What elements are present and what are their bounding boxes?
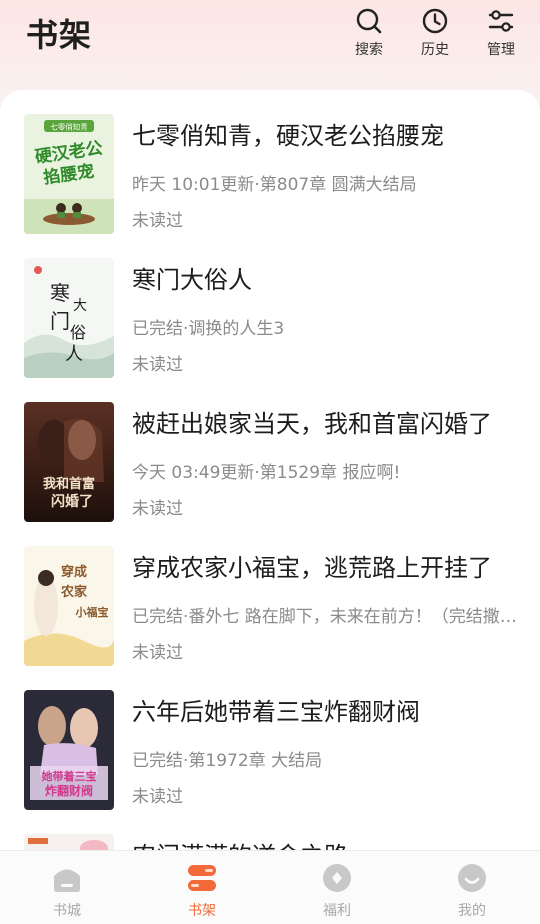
- svg-text:寒: 寒: [50, 281, 70, 305]
- tab-bookshelf[interactable]: 书架: [162, 861, 242, 921]
- search-label: 搜索: [355, 42, 383, 58]
- book-cover: 穿成 农家 小福宝: [24, 546, 114, 666]
- book-item[interactable]: 穿成 农家 小福宝 穿成农家小福宝，逃荒路上开挂了 已完结·番外七 路在脚下，未…: [0, 522, 540, 666]
- book-update-info: 已完结·番外七 路在脚下，未来在前方！（完结撒花）: [132, 607, 517, 627]
- svg-text:大: 大: [73, 298, 87, 314]
- book-item[interactable]: 七零俏知青 硬汉老公 掐腰宠 七零俏知青，硬汉老公掐腰宠 昨天 10:01更新·…: [0, 90, 540, 234]
- book-title: 寒门大俗人: [132, 266, 252, 294]
- svg-text:七零俏知青: 七零俏知青: [50, 122, 88, 132]
- svg-text:农家: 农家: [60, 584, 88, 600]
- book-read-status: 未读过: [132, 787, 183, 807]
- book-cover: 我和首富 闪婚了: [24, 402, 114, 522]
- book-item[interactable]: 我和首富 闪婚了 被赶出娘家当天，我和首富闪婚了 今天 03:49更新·第152…: [0, 378, 540, 522]
- book-title: 被赶出娘家当天，我和首富闪婚了: [132, 410, 492, 438]
- search-icon: [356, 8, 382, 34]
- bookshelf-list: 七零俏知青 硬汉老公 掐腰宠 七零俏知青，硬汉老公掐腰宠 昨天 10:01更新·…: [0, 90, 540, 850]
- tab-welfare[interactable]: 福利: [297, 861, 377, 921]
- tab-profile-label: 我的: [458, 903, 486, 919]
- book-title: 穿成农家小福宝，逃荒路上开挂了: [132, 554, 492, 582]
- book-update-info: 已完结·第1972章 大结局: [132, 751, 323, 771]
- svg-text:穿成: 穿成: [61, 564, 87, 580]
- bottom-tab-bar: 书城 书架 福利 我的: [0, 850, 540, 924]
- svg-text:她带着三宝: 她带着三宝: [42, 769, 97, 783]
- tab-bookstore-label: 书城: [53, 903, 81, 919]
- svg-text:人: 人: [65, 344, 83, 365]
- book-read-status: 未读过: [132, 643, 183, 663]
- book-update-info: 昨天 10:01更新·第807章 圆满大结局: [132, 175, 417, 195]
- manage-label: 管理: [487, 42, 515, 58]
- book-item[interactable]: 她带着三宝 炸翻财阀 六年后她带着三宝炸翻财阀 已完结·第1972章 大结局 未…: [0, 666, 540, 810]
- book-read-status: 未读过: [132, 499, 183, 519]
- search-button[interactable]: 搜索: [344, 6, 394, 62]
- tab-profile[interactable]: 我的: [432, 861, 512, 921]
- book-cover: 七零俏知青 硬汉老公 掐腰宠: [24, 114, 114, 234]
- book-update-info: 已完结·调换的人生3: [132, 319, 285, 339]
- tab-bookstore[interactable]: 书城: [27, 861, 107, 921]
- book-item[interactable]: 农门滢滢的逆命之路: [0, 810, 540, 850]
- book-read-status: 未读过: [132, 211, 183, 231]
- header: 书架 搜索 历史 管理: [0, 0, 540, 90]
- svg-text:小福宝: 小福宝: [75, 605, 109, 619]
- clock-icon: [422, 8, 448, 34]
- svg-text:炸翻财阀: 炸翻财阀: [45, 783, 93, 798]
- book-cover: 寒 大 门 俗 人: [24, 258, 114, 378]
- svg-text:我和首富: 我和首富: [43, 476, 95, 492]
- svg-text:闪婚了: 闪婚了: [51, 493, 93, 510]
- tab-welfare-label: 福利: [323, 903, 351, 919]
- tab-bookshelf-label: 书架: [188, 903, 216, 919]
- book-read-status: 未读过: [132, 355, 183, 375]
- svg-text:门: 门: [50, 309, 70, 333]
- book-title: 农门滢滢的逆命之路: [132, 836, 522, 850]
- history-button[interactable]: 历史: [410, 6, 460, 62]
- bookstore-icon: [54, 869, 80, 892]
- bookshelf-icon: [188, 865, 216, 891]
- book-item[interactable]: 寒 大 门 俗 人 寒门大俗人 已完结·调换的人生3 未读过: [0, 234, 540, 378]
- book-cover: [24, 834, 114, 850]
- svg-text:俗: 俗: [70, 323, 86, 342]
- book-cover: 她带着三宝 炸翻财阀: [24, 690, 114, 810]
- sliders-icon: [488, 10, 514, 32]
- history-label: 历史: [421, 42, 449, 58]
- book-title: 七零俏知青，硬汉老公掐腰宠: [132, 122, 444, 150]
- book-update-info: 今天 03:49更新·第1529章 报应啊!: [132, 463, 401, 483]
- profile-icon: [458, 864, 486, 892]
- book-title: 六年后她带着三宝炸翻财阀: [132, 698, 420, 726]
- page-title: 书架: [26, 16, 93, 54]
- manage-button[interactable]: 管理: [476, 6, 526, 62]
- gift-icon: [323, 864, 351, 892]
